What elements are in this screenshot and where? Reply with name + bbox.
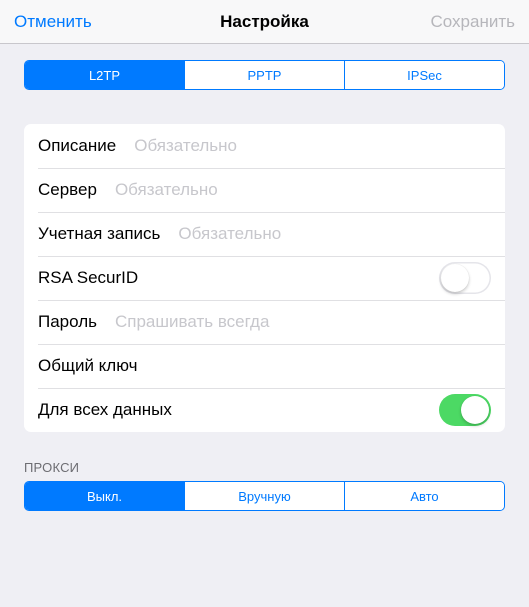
vpn-type-segmented: L2TP PPTP IPSec	[24, 60, 505, 90]
label-sendall: Для всех данных	[38, 400, 172, 420]
proxy-manual[interactable]: Вручную	[184, 482, 344, 510]
row-password: Пароль	[24, 300, 505, 344]
label-account: Учетная запись	[38, 224, 160, 244]
cancel-button[interactable]: Отменить	[10, 12, 96, 32]
label-server: Сервер	[38, 180, 97, 200]
vpn-type-ipsec[interactable]: IPSec	[344, 61, 504, 89]
row-description: Описание	[24, 124, 505, 168]
save-button[interactable]: Сохранить	[427, 12, 519, 32]
proxy-header: ПРОКСИ	[24, 460, 505, 475]
row-sendall: Для всех данных	[24, 388, 505, 432]
row-server: Сервер	[24, 168, 505, 212]
input-description[interactable]	[132, 135, 491, 157]
vpn-type-pptp[interactable]: PPTP	[184, 61, 344, 89]
input-secret[interactable]	[153, 355, 491, 377]
input-password[interactable]	[113, 311, 491, 333]
label-description: Описание	[38, 136, 116, 156]
proxy-off[interactable]: Выкл.	[25, 482, 184, 510]
input-server[interactable]	[113, 179, 491, 201]
toggle-knob-icon	[461, 396, 489, 424]
label-rsa: RSA SecurID	[38, 268, 138, 288]
label-secret: Общий ключ	[38, 356, 137, 376]
input-account[interactable]	[176, 223, 491, 245]
vpn-fields-group: Описание Сервер Учетная запись RSA Secur…	[24, 124, 505, 432]
title-bar: Отменить Настройка Сохранить	[0, 0, 529, 44]
proxy-segmented: Выкл. Вручную Авто	[24, 481, 505, 511]
proxy-auto[interactable]: Авто	[344, 482, 504, 510]
vpn-type-l2tp[interactable]: L2TP	[25, 61, 184, 89]
toggle-sendall[interactable]	[439, 394, 491, 426]
toggle-rsa[interactable]	[439, 262, 491, 294]
vpn-type-segment-wrap: L2TP PPTP IPSec	[0, 44, 529, 104]
row-secret: Общий ключ	[24, 344, 505, 388]
row-account: Учетная запись	[24, 212, 505, 256]
row-rsa: RSA SecurID	[24, 256, 505, 300]
label-password: Пароль	[38, 312, 97, 332]
toggle-knob-icon	[441, 264, 469, 292]
